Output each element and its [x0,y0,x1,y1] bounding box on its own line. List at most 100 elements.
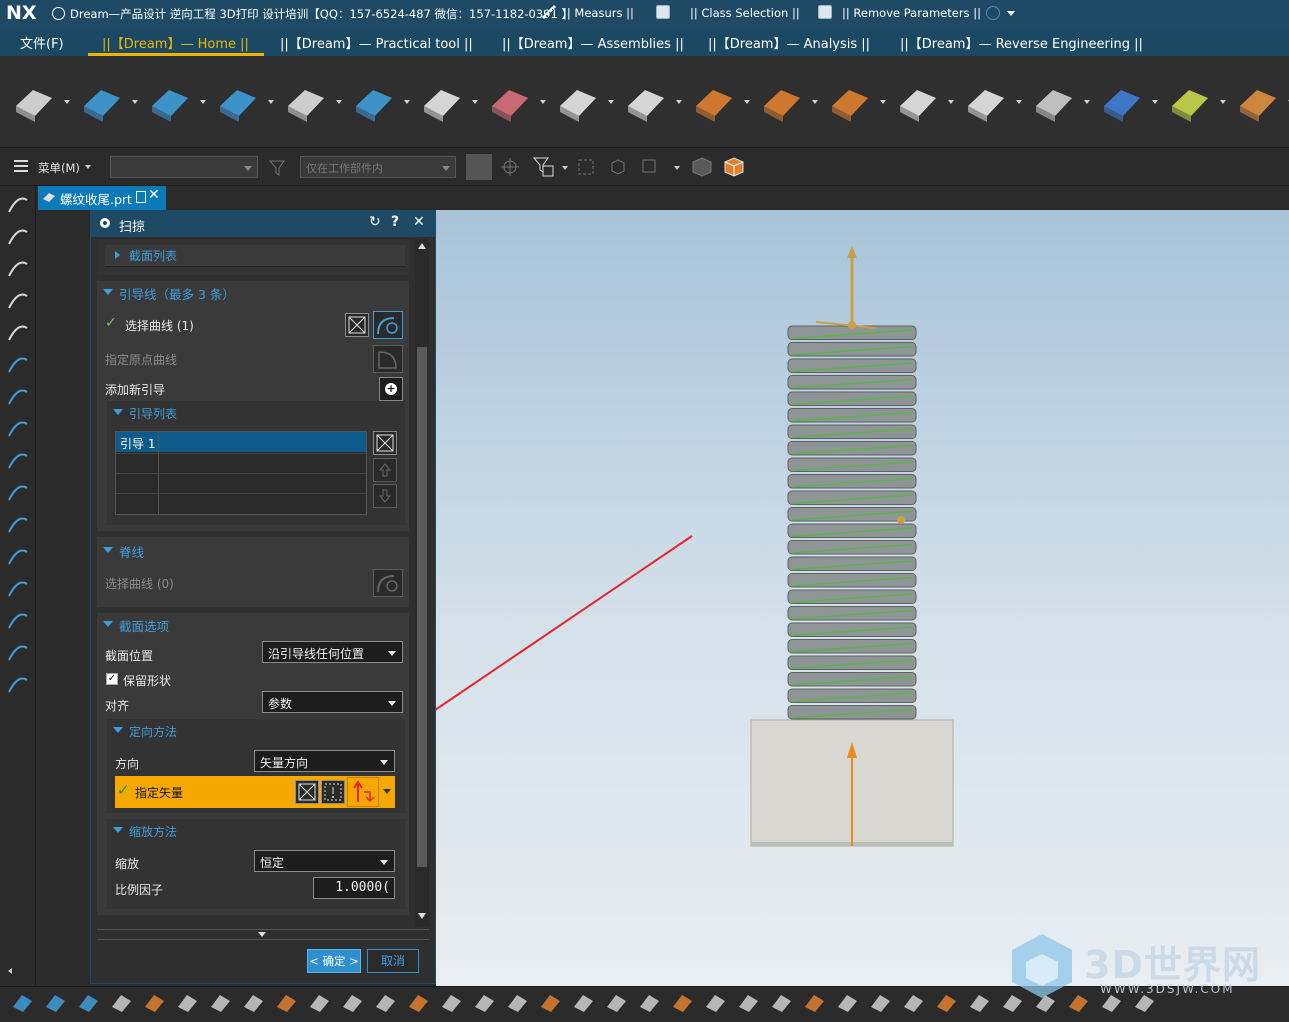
globe-icon[interactable] [986,6,1000,20]
chevron-down-icon[interactable] [64,100,70,104]
constraint-navigator-icon[interactable] [6,256,30,280]
bridge-icon[interactable] [6,544,30,568]
chevron-down-icon[interactable] [880,100,886,104]
surface-tool-icon[interactable] [835,989,859,1015]
type-filter-combo[interactable] [110,156,258,178]
surface-tool-icon[interactable] [571,989,595,1015]
roles-icon[interactable] [6,320,30,344]
chevron-down-icon[interactable] [812,100,818,104]
chevron-down-icon[interactable] [1152,100,1158,104]
class-selection-item[interactable]: || Class Selection || [690,6,800,20]
scroll-down-icon[interactable] [418,913,426,919]
collapse-icon[interactable] [103,547,113,553]
scrollbar-thumb[interactable] [417,347,427,867]
pattern-feature-icon[interactable] [892,76,942,126]
remove-parameters-icon[interactable] [818,5,832,19]
chevron-down-icon[interactable] [85,165,91,169]
tab-home[interactable]: ||【Dream】— Home || [102,33,249,52]
tab-analysis[interactable]: ||【Dream】— Analysis || [708,33,870,52]
fillet-curve-icon[interactable] [6,576,30,600]
tab-practical-tool[interactable]: ||【Dream】— Practical tool || [280,33,473,52]
thicken-icon[interactable] [824,76,874,126]
surface-tool-icon[interactable] [109,989,133,1015]
assembly-navigator-icon[interactable] [6,224,30,248]
orientation-header[interactable]: 定向方法 [129,723,177,740]
chevron-down-icon[interactable] [1084,100,1090,104]
datum-csys-icon[interactable] [484,76,534,126]
collapse-icon[interactable] [113,827,123,833]
dialog-scrollbar[interactable] [415,239,429,927]
collapse-icon[interactable] [113,727,123,733]
block-feature-icon[interactable] [552,76,602,126]
origin-curve-label[interactable]: 指定原点曲线 [105,351,177,368]
surface-tool-icon[interactable] [439,989,463,1015]
surface-tool-icon[interactable] [175,989,199,1015]
scope-combo[interactable]: 仅在工作部件内 [300,156,456,178]
align-select[interactable]: 参数 [262,691,403,713]
circle-icon[interactable] [6,384,30,408]
pmi-tool-icon[interactable] [8,76,58,126]
surface-tool-icon[interactable] [802,989,826,1015]
origin-curve-icon[interactable] [373,345,403,373]
direction-select[interactable]: 矢量方向 [254,750,395,772]
chevron-down-icon[interactable] [404,100,410,104]
freeform-surface-icon[interactable] [1028,76,1078,126]
surface-tool-icon[interactable] [472,989,496,1015]
select-curve-label[interactable]: 选择曲线 (1) [125,317,194,334]
chevron-down-icon[interactable] [383,789,391,794]
chevron-down-icon[interactable] [1007,11,1015,16]
remove-guide-icon[interactable] [373,431,397,455]
deselect-icon[interactable] [295,780,319,804]
cancel-button[interactable]: 取消 [367,949,419,973]
shaded-view-icon[interactable] [690,156,714,178]
cylinder-feature-icon[interactable] [620,76,670,126]
collapse-icon[interactable] [113,409,123,415]
surface-tool-icon[interactable] [142,989,166,1015]
measure-item[interactable]: || Measurs || [563,6,634,20]
filter-icon[interactable] [268,158,290,178]
offset-face-icon[interactable] [688,76,738,126]
spine-section-header[interactable]: 脊线 [119,542,144,561]
chamfer-icon[interactable] [756,76,806,126]
deselect-icon[interactable] [345,313,369,337]
thread-tool-icon[interactable] [1164,76,1214,126]
class-selection-icon[interactable] [656,5,670,19]
circle-line-icon[interactable] [76,76,126,126]
guide-section-header[interactable]: 引导线（最多 3 条） [119,284,235,303]
extrude-surface-icon[interactable] [280,76,330,126]
intersect-icon[interactable] [6,512,30,536]
surface-tool-icon[interactable] [868,989,892,1015]
chevron-down-icon[interactable] [1016,100,1022,104]
surface-tool-icon[interactable] [934,989,958,1015]
spline-curve-icon[interactable] [212,76,262,126]
chevron-down-icon[interactable] [200,100,206,104]
polyline-icon[interactable] [6,448,30,472]
surface-tool-icon[interactable] [76,989,100,1015]
surface-tool-icon[interactable] [538,989,562,1015]
surface-tool-icon[interactable] [505,989,529,1015]
chevron-down-icon[interactable] [608,100,614,104]
surface-tool-icon[interactable] [208,989,232,1015]
outline-profile-icon[interactable] [144,76,194,126]
reuse-library-icon[interactable] [6,288,30,312]
close-icon[interactable]: ✕ [148,187,160,203]
rect-select-icon[interactable] [640,157,660,177]
move-face-icon[interactable] [1096,76,1146,126]
surface-tool-icon[interactable] [307,989,331,1015]
chevron-down-icon[interactable] [562,166,568,170]
more-options-icon[interactable] [258,932,266,937]
vector-icon[interactable] [347,777,379,807]
close-icon[interactable]: ✕ [413,214,425,230]
tab-assemblies[interactable]: ||【Dream】— Assemblies || [502,33,684,52]
helix-icon[interactable] [6,640,30,664]
expand-icon[interactable] [115,251,120,259]
surface-tool-icon[interactable] [604,989,628,1015]
scroll-up-icon[interactable] [418,243,426,249]
graphics-viewport[interactable] [436,210,1289,986]
guide-list-header[interactable]: 引导列表 [129,405,177,422]
menu-icon[interactable] [14,160,28,172]
section-list-label[interactable]: 截面列表 [129,247,177,264]
surface-tool-icon[interactable] [769,989,793,1015]
scale-select[interactable]: 恒定 [254,850,395,872]
surface-tool-icon[interactable] [10,989,34,1015]
